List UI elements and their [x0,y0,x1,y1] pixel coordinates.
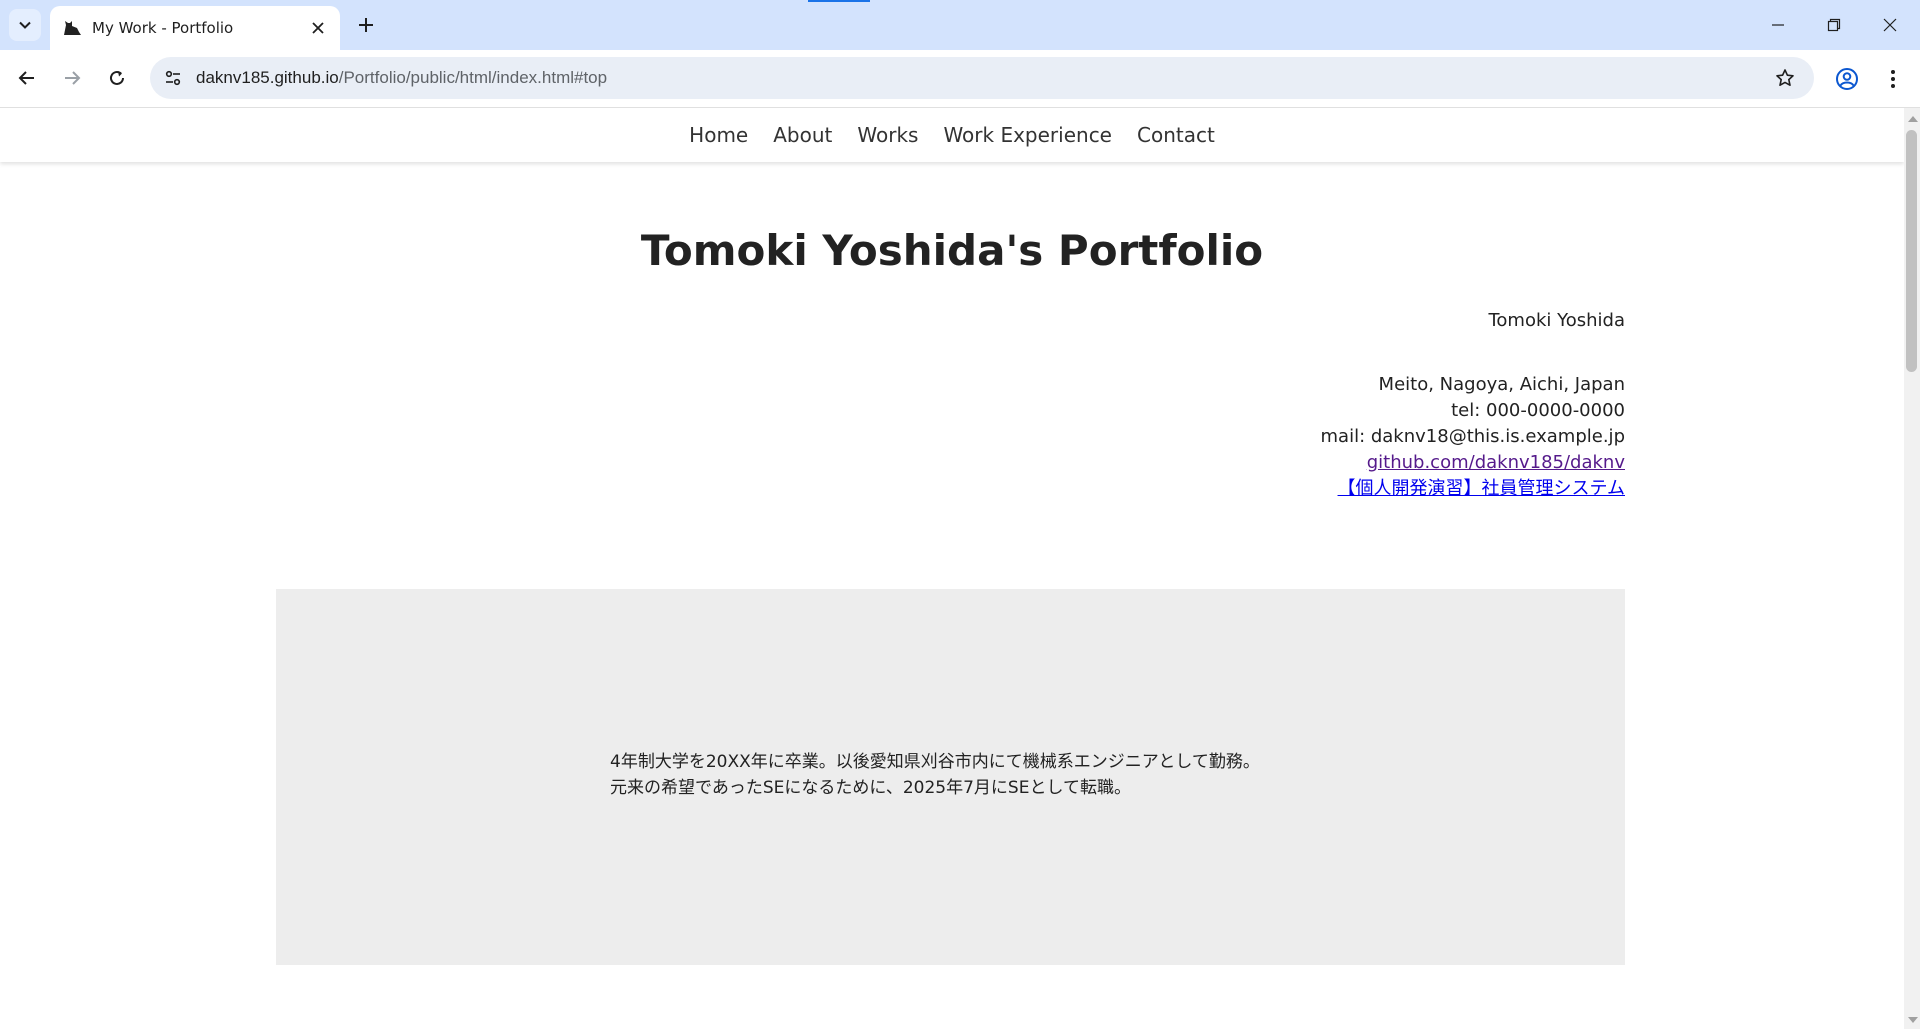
page-scrollbar[interactable] [1904,108,1920,1029]
arrow-left-icon [18,71,34,85]
reload-icon [110,70,124,85]
url-host: daknv185.github.io [196,68,339,87]
plus-icon [359,18,373,32]
scroll-up-arrow-icon[interactable] [1908,116,1918,122]
page-title: Tomoki Yoshida's Portfolio [640,226,1264,275]
more-vert-icon [1891,70,1895,88]
profile-button[interactable] [1832,64,1862,94]
nav-works[interactable]: Works [857,123,918,147]
about-line-2: 元来の希望であったSEになるために、2025年7月にSEとして転職。 [610,778,1131,798]
browser-toolbar: daknv185.github.io/Portfolio/public/html… [0,50,1920,108]
bookmark-star-icon[interactable] [1770,63,1800,93]
contact-tel: tel: 000-0000-0000 [1451,400,1625,421]
address-bar[interactable]: daknv185.github.io/Portfolio/public/html… [150,57,1814,99]
tab-strip: My Work - Portfolio [0,0,1920,50]
contact-address: Meito, Nagoya, Aichi, Japan [1378,374,1625,395]
active-tab[interactable]: My Work - Portfolio [50,6,340,50]
account-circle-icon [1836,68,1858,90]
project-link[interactable]: 【個人開発演習】社員管理システム [1338,478,1625,499]
minimize-button[interactable] [1750,0,1806,50]
chevron-down-icon [19,21,31,29]
close-icon[interactable] [306,16,330,40]
tab-search-button[interactable] [9,9,41,41]
url-text: daknv185.github.io/Portfolio/public/html… [196,68,607,88]
about-text: 4年制大学を20XX年に卒業。以後愛知県刈谷市内にて機械系エンジニアとして勤務。… [610,749,1260,801]
reload-button[interactable] [100,61,134,95]
site-info-icon[interactable] [158,63,188,93]
close-window-icon [1883,18,1897,32]
github-link[interactable]: github.com/daknv185/daknv [1367,452,1625,473]
about-section: 4年制大学を20XX年に卒業。以後愛知県刈谷市内にて機械系エンジニアとして勤務。… [276,589,1625,965]
close-window-button[interactable] [1862,0,1918,50]
browser-menu-button[interactable] [1878,64,1908,94]
back-button[interactable] [10,61,44,95]
contact-name: Tomoki Yoshida [1488,310,1625,331]
url-path: /Portfolio/public/html/index.html#top [338,68,608,87]
new-tab-button[interactable] [352,11,380,39]
scroll-thumb[interactable] [1906,130,1917,372]
restore-icon [1827,18,1841,32]
page-viewport: Home About Works Work Experience Contact… [0,108,1904,1029]
scroll-down-arrow-icon[interactable] [1908,1017,1918,1023]
tab-loading-indicator [808,0,870,2]
about-line-1: 4年制大学を20XX年に卒業。以後愛知県刈谷市内にて機械系エンジニアとして勤務。 [610,752,1260,772]
contact-info: Tomoki Yoshida Meito, Nagoya, Aichi, Jap… [1321,308,1626,502]
nav-home[interactable]: Home [689,123,748,147]
nav-about[interactable]: About [773,123,832,147]
arrow-right-icon [65,71,81,85]
forward-button[interactable] [55,61,89,95]
tab-title: My Work - Portfolio [92,19,234,37]
nav-contact[interactable]: Contact [1137,123,1215,147]
cat-favicon-icon [62,18,82,38]
contact-spacer [1321,334,1626,372]
nav-work-experience[interactable]: Work Experience [943,123,1112,147]
site-nav: Home About Works Work Experience Contact [0,108,1904,162]
restore-button[interactable] [1806,0,1862,50]
minimize-icon [1772,24,1784,26]
contact-mail: mail: daknv18@this.is.example.jp [1320,426,1626,447]
